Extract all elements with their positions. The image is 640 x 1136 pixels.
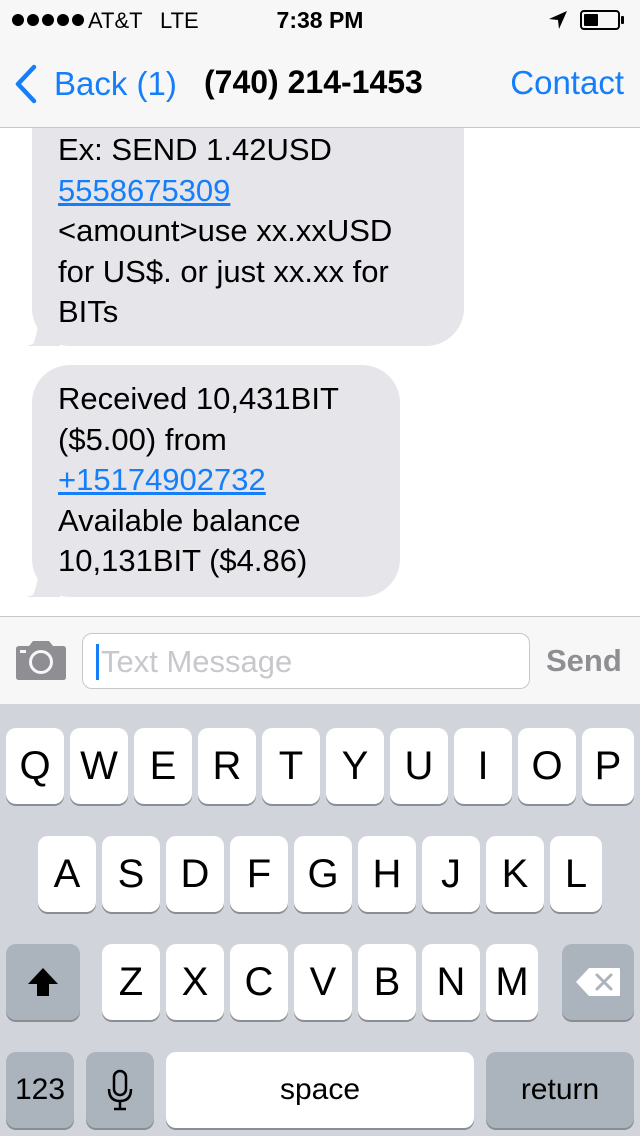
message-text: for US$. or just xx.xx for (58, 253, 389, 289)
key-g[interactable]: G (294, 836, 352, 912)
microphone-icon (107, 1069, 133, 1111)
key-n[interactable]: N (422, 944, 480, 1020)
delete-key[interactable] (562, 944, 634, 1020)
location-arrow-icon (549, 11, 567, 29)
bubble-tail-icon (26, 567, 60, 597)
nav-bar: Back (1) (740) 214-1453 Contact (0, 40, 640, 128)
text-caret (96, 644, 99, 680)
return-key[interactable]: return (486, 1052, 634, 1128)
key-m[interactable]: M (486, 944, 538, 1020)
key-u[interactable]: U (390, 728, 448, 804)
key-i[interactable]: I (454, 728, 512, 804)
key-e[interactable]: E (134, 728, 192, 804)
key-d[interactable]: D (166, 836, 224, 912)
phone-link[interactable]: 5558675309 (58, 171, 438, 212)
message-text: Ex: SEND 1.42USD (58, 132, 332, 167)
key-z[interactable]: Z (102, 944, 160, 1020)
key-w[interactable]: W (70, 728, 128, 804)
message-bubble: Ex: SEND 1.42USD 5558675309 <amount>use … (26, 128, 464, 346)
key-l[interactable]: L (550, 836, 602, 912)
key-s[interactable]: S (102, 836, 160, 912)
status-bar: AT&T LTE 7:38 PM (0, 0, 640, 40)
key-c[interactable]: C (230, 944, 288, 1020)
phone-link[interactable]: +15174902732 (58, 460, 374, 501)
key-h[interactable]: H (358, 836, 416, 912)
bubble-tail-icon (26, 316, 60, 346)
status-time: 7:38 PM (276, 7, 364, 33)
header: AT&T LTE 7:38 PM Back (1) (740) 214-1453… (0, 0, 640, 128)
message-text: 10,131BIT ($4.86) (58, 543, 308, 578)
shift-key[interactable] (6, 944, 80, 1020)
contact-button[interactable]: Contact (510, 64, 624, 102)
key-p[interactable]: P (582, 728, 634, 804)
chevron-left-icon (15, 64, 37, 104)
message-text: <amount>use xx.xxUSD (58, 213, 393, 248)
key-x[interactable]: X (166, 944, 224, 1020)
keyboard: Q W E R T Y U I O P A S D F G H J K L Z … (0, 704, 640, 1136)
backspace-icon (576, 968, 620, 996)
key-y[interactable]: Y (326, 728, 384, 804)
message-input-placeholder: Text Message (101, 644, 293, 679)
back-label: Back (1) (54, 65, 177, 102)
battery-icon (580, 10, 624, 30)
message-text: Received 10,431BIT (58, 381, 339, 416)
composer-bar: Text Message Send (0, 616, 640, 704)
numbers-key[interactable]: 123 (6, 1052, 74, 1128)
key-j[interactable]: J (422, 836, 480, 912)
key-k[interactable]: K (486, 836, 544, 912)
camera-icon[interactable] (14, 639, 68, 681)
message-bubble: Received 10,431BIT ($5.00) from +1517490… (26, 365, 400, 597)
dictation-key[interactable] (86, 1052, 154, 1128)
message-input[interactable]: Text Message (82, 633, 530, 689)
message-text: Available balance (58, 502, 301, 538)
space-key[interactable]: space (166, 1052, 474, 1128)
message-list[interactable]: Ex: SEND 1.42USD 5558675309 <amount>use … (0, 128, 640, 616)
conversation-title: (740) 214-1453 (204, 64, 423, 100)
key-f[interactable]: F (230, 836, 288, 912)
key-a[interactable]: A (38, 836, 96, 912)
shift-arrow-icon (28, 968, 58, 996)
send-button[interactable]: Send (546, 643, 622, 679)
message-text: ($5.00) from (58, 421, 227, 457)
key-o[interactable]: O (518, 728, 576, 804)
key-b[interactable]: B (358, 944, 416, 1020)
message-text: BITs (58, 294, 119, 329)
key-q[interactable]: Q (6, 728, 64, 804)
key-t[interactable]: T (262, 728, 320, 804)
key-r[interactable]: R (198, 728, 256, 804)
key-v[interactable]: V (294, 944, 352, 1020)
back-button[interactable]: Back (1) (14, 62, 177, 106)
